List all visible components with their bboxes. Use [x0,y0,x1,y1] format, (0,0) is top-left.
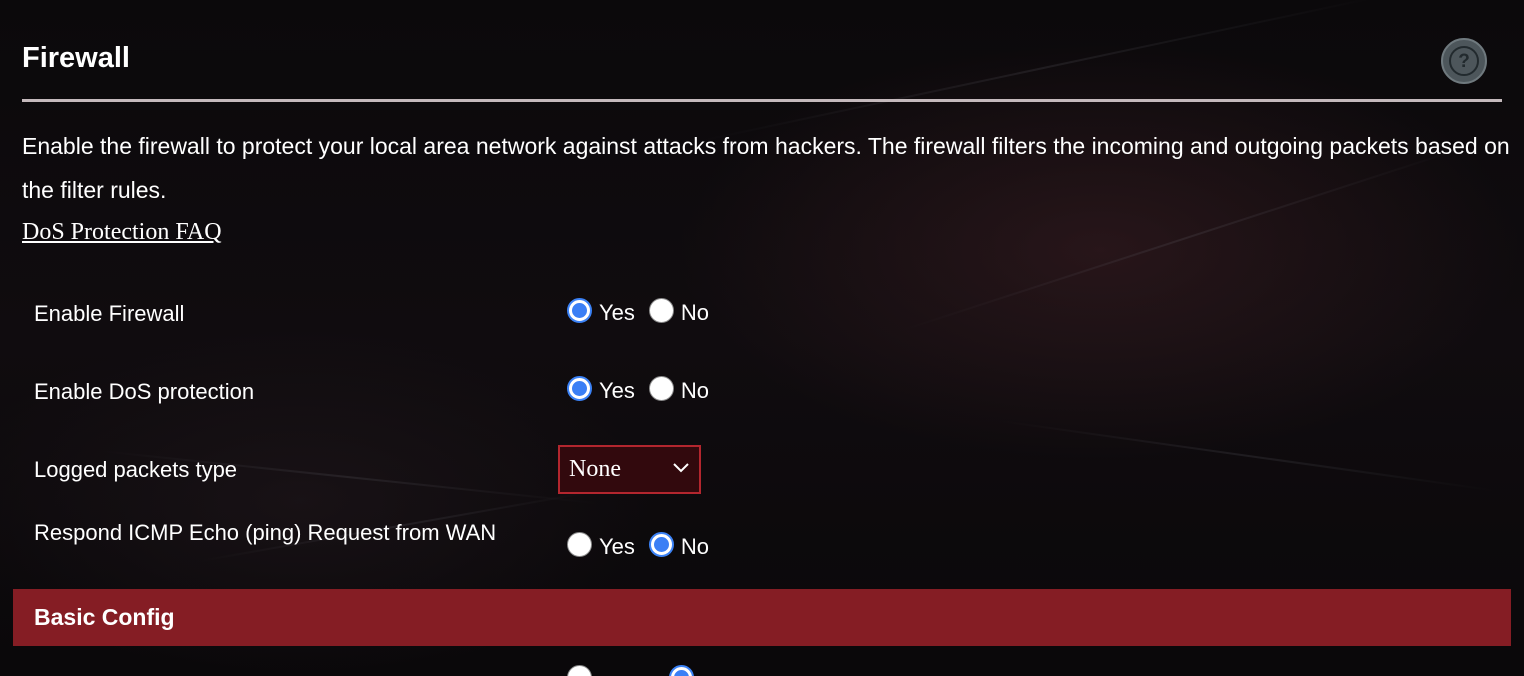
basic-config-section-header: Basic Config [13,589,1511,646]
enable-dos-yes-radio[interactable] [567,375,592,401]
enable-dos-no-radio[interactable] [648,375,674,401]
enable-dos-radio-group: Yes No [567,375,723,404]
next-row-option-1[interactable] [567,665,599,676]
enable-firewall-no-option[interactable]: No [648,297,710,326]
enable-dos-no-label: No [680,378,710,403]
enable-firewall-radio-group: Yes No [567,297,723,326]
logged-packets-select[interactable]: None [558,445,701,494]
help-button[interactable]: ? [1441,38,1487,84]
logged-packets-label: Logged packets type [34,457,238,482]
respond-icmp-yes-option[interactable]: Yes [567,531,635,560]
respond-icmp-no-option[interactable]: No [648,531,710,560]
question-mark-icon: ? [1449,46,1479,76]
enable-dos-label: Enable DoS protection [34,379,255,404]
respond-icmp-yes-label: Yes [599,534,635,559]
respond-icmp-no-label: No [680,534,710,559]
title-divider [22,99,1502,102]
enable-firewall-no-radio[interactable] [648,297,674,323]
respond-icmp-label: Respond ICMP Echo (ping) Request from WA… [34,520,497,545]
enable-firewall-no-label: No [680,300,710,325]
enable-firewall-yes-option[interactable]: Yes [567,297,635,326]
page-description: Enable the firewall to protect your loca… [22,133,1510,203]
enable-firewall-yes-radio[interactable] [567,297,592,323]
logged-packets-value: None [569,456,621,482]
enable-dos-yes-label: Yes [599,378,635,403]
section-title: Basic Config [34,604,175,630]
page-title: Firewall [22,42,130,74]
enable-dos-no-option[interactable]: No [648,375,710,404]
respond-icmp-yes-radio[interactable] [567,531,592,557]
respond-icmp-no-radio[interactable] [648,531,674,557]
chevron-down-icon [673,463,689,473]
enable-dos-yes-option[interactable]: Yes [567,375,635,404]
respond-icmp-radio-group: Yes No [567,531,723,560]
next-row-radio-group [567,665,715,676]
enable-firewall-label: Enable Firewall [34,301,185,326]
dos-protection-faq-link[interactable]: DoS Protection FAQ [22,214,222,250]
next-row-option-2[interactable] [669,665,701,676]
enable-firewall-yes-label: Yes [599,300,635,325]
